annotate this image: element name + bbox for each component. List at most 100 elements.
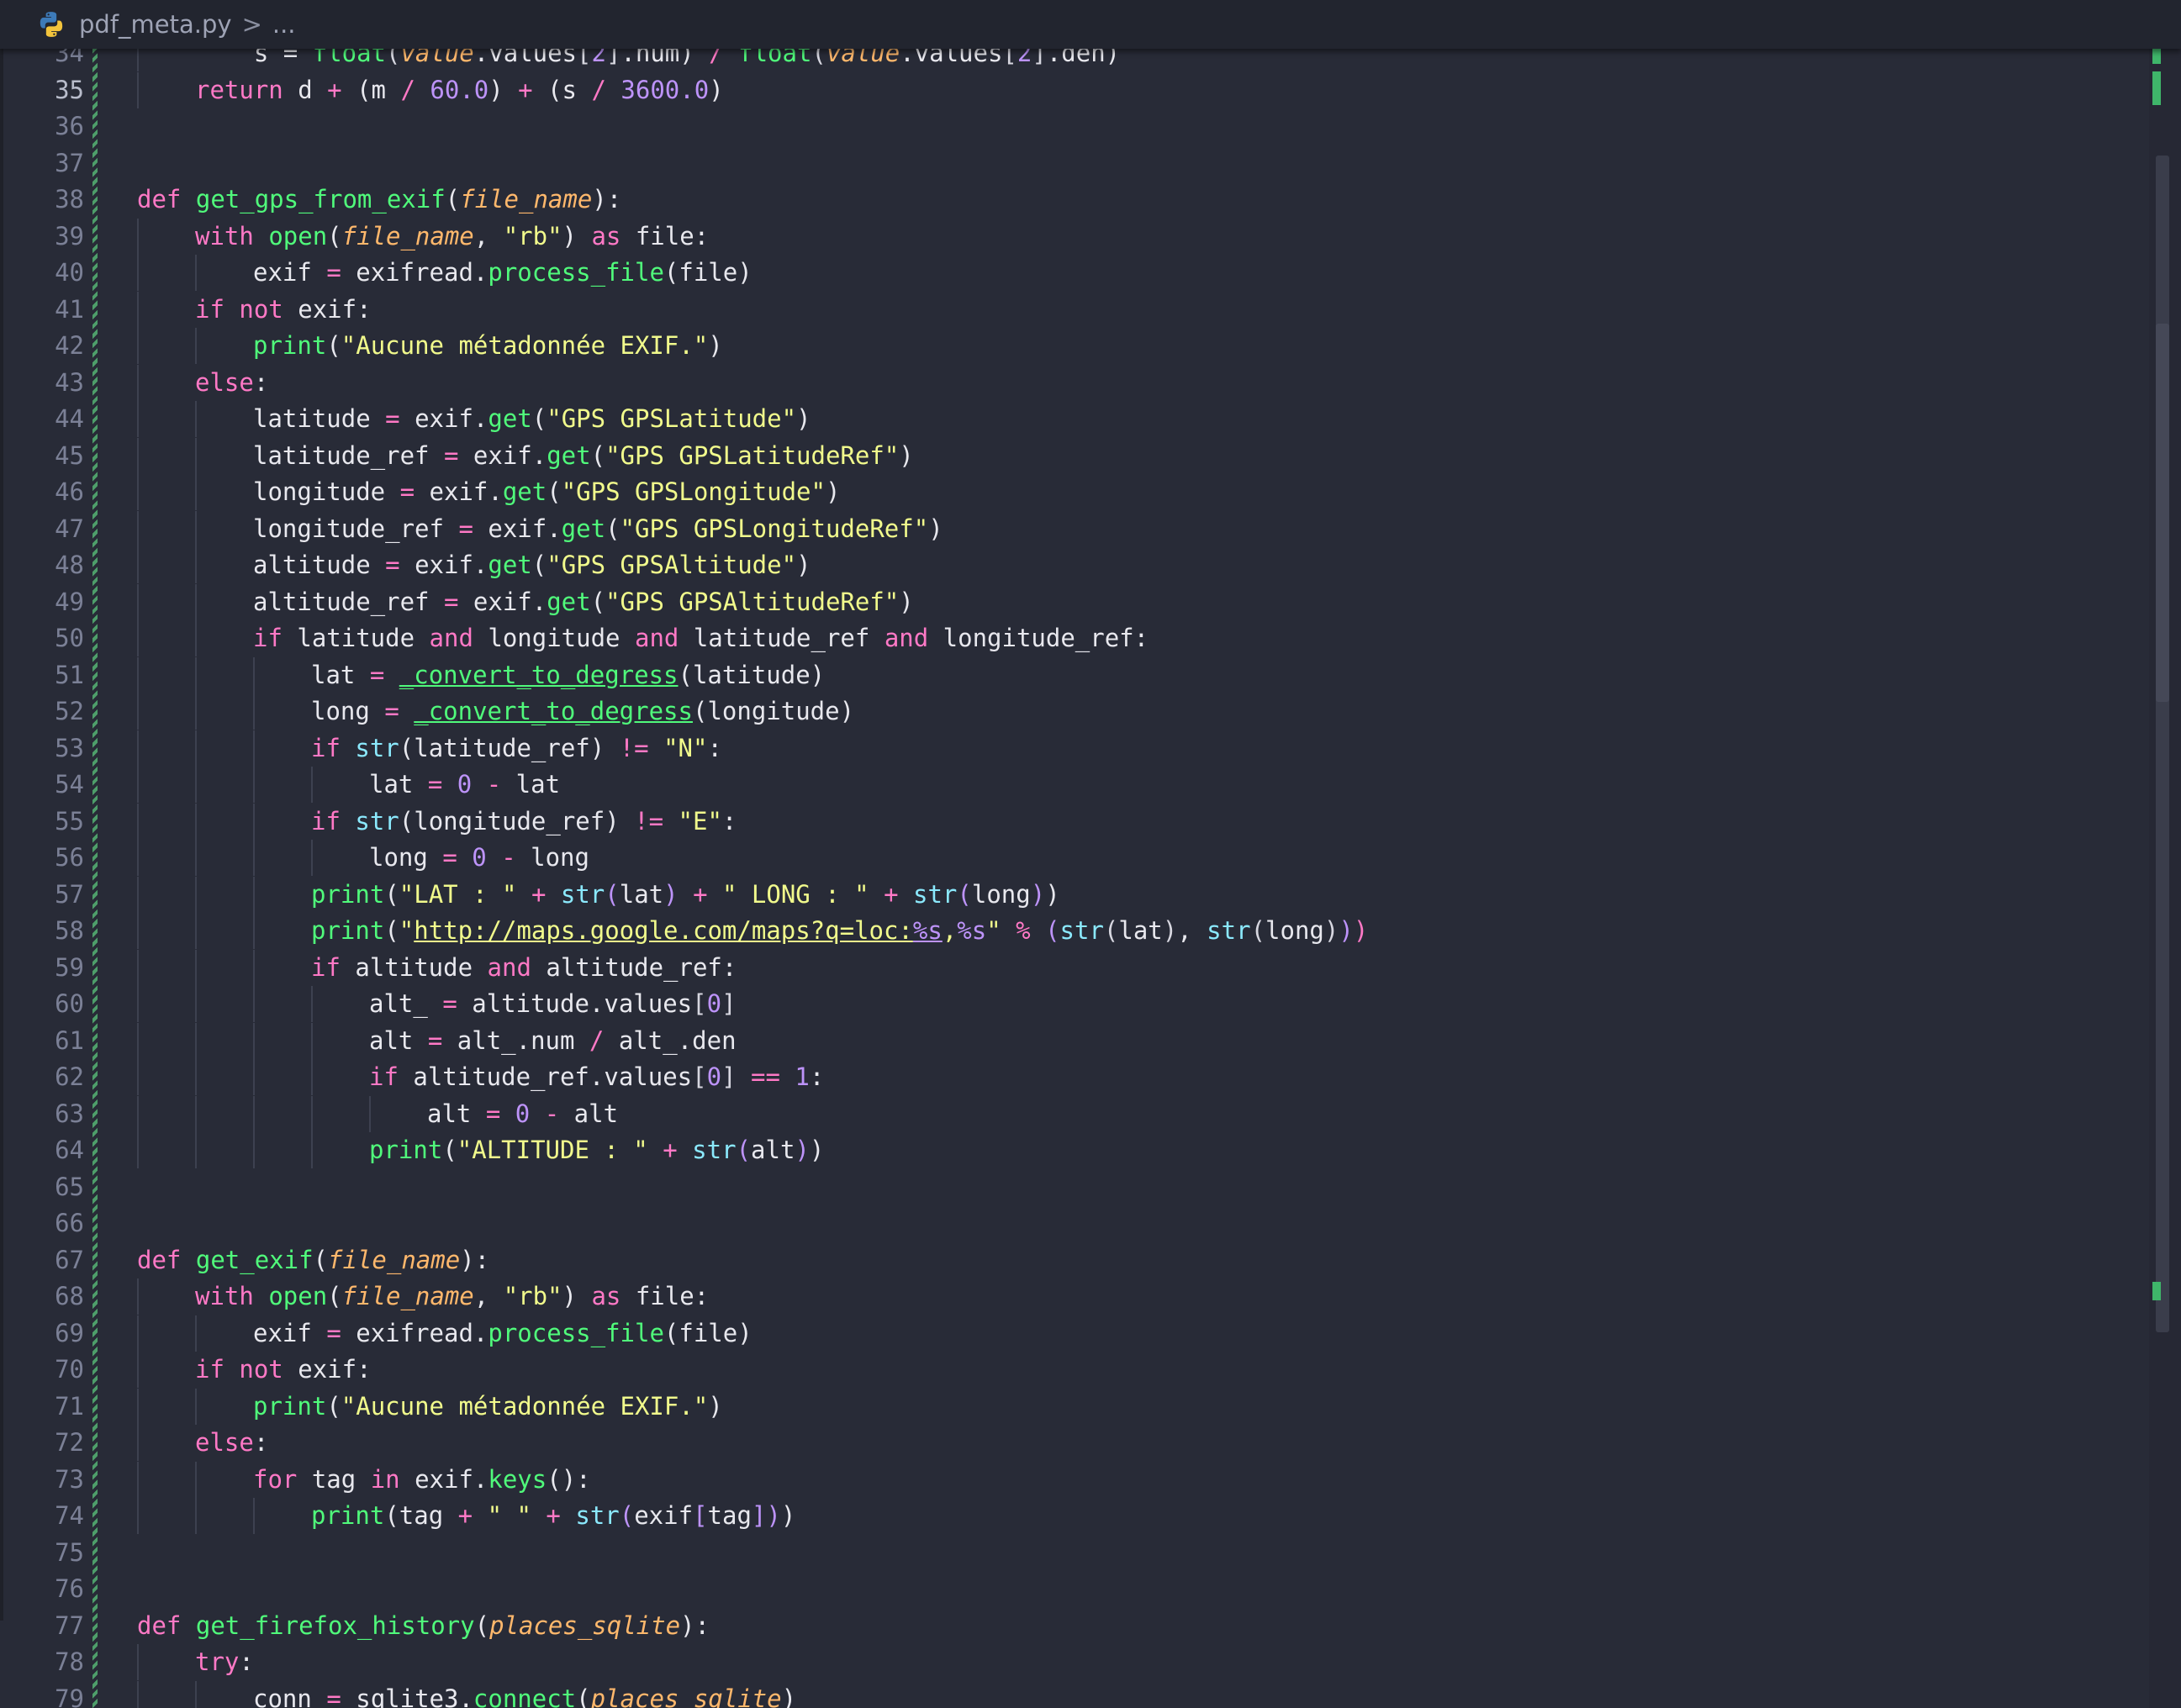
code-token: and: [884, 624, 929, 652]
code-line[interactable]: lat = 0 - lat: [369, 767, 560, 803]
code-token: exif.: [399, 1464, 488, 1494]
code-token: %s: [957, 916, 987, 945]
code-line[interactable]: exif = exifread.process_file(file): [253, 255, 753, 291]
code-token: long: [1265, 916, 1324, 945]
code-token: "GPS GPSLatitudeRef": [605, 440, 900, 470]
code-token: sqlite3.: [341, 1684, 473, 1708]
indent-guide: [195, 840, 197, 876]
code-line[interactable]: if altitude and altitude_ref:: [311, 950, 737, 986]
code-token: ": [399, 916, 415, 945]
code-token: (tag: [384, 1501, 458, 1530]
indent-guide: [253, 693, 255, 730]
code-token: places_sqlite: [489, 1610, 681, 1640]
code-token: long: [971, 879, 1031, 909]
code-token: " ": [487, 1501, 531, 1530]
indent-guide: [137, 474, 139, 510]
code-token: =: [326, 1684, 341, 1708]
code-line[interactable]: print("Aucune métadonnée EXIF."): [253, 1389, 723, 1425]
code-line[interactable]: with open(file_name, "rb") as file:: [195, 219, 709, 255]
code-line[interactable]: if not exif:: [195, 1352, 372, 1388]
code-line[interactable]: latitude = exif.get("GPS GPSLatitude"): [253, 401, 811, 437]
indent-guide: [137, 1425, 139, 1461]
code-line[interactable]: print("http://maps.google.com/maps?q=loc…: [311, 913, 1368, 949]
code-token: and: [634, 624, 679, 652]
code-token: "ALTITUDE : ": [457, 1136, 648, 1164]
code-token: altitude: [253, 551, 386, 579]
code-line[interactable]: exif = exifread.process_file(file): [253, 1315, 753, 1352]
indent-guide: [195, 693, 197, 730]
code-line[interactable]: print("Aucune métadonnée EXIF."): [253, 328, 723, 364]
code-line[interactable]: if str(longitude_ref) != "E":: [311, 804, 737, 840]
code-token: long: [515, 843, 589, 872]
code-line[interactable]: alt = 0 - alt: [427, 1096, 618, 1132]
code-token: get_gps_from_exif: [195, 185, 446, 214]
indent-guide: [311, 1132, 313, 1168]
indent-guide: [195, 1315, 197, 1352]
code-line[interactable]: print("LAT : " + str(lat) + " LONG : " +…: [311, 877, 1060, 913]
code-line[interactable]: lat = _convert_to_degress(latitude): [311, 657, 825, 693]
code-line[interactable]: else:: [195, 1425, 268, 1461]
code-token: d: [283, 75, 328, 104]
code-token: alt_.num: [442, 1025, 589, 1055]
indent-guide: [137, 255, 139, 291]
code-line[interactable]: try:: [195, 1644, 254, 1680]
code-token: and: [429, 624, 473, 652]
code-line[interactable]: print("ALTITUDE : " + str(alt)): [369, 1132, 824, 1168]
code-token: "E": [678, 806, 722, 836]
code-token: ): [488, 75, 519, 104]
code-line[interactable]: if altitude_ref.values[0] == 1:: [369, 1059, 824, 1095]
indent-guide: [137, 1680, 139, 1708]
indent-guide: [195, 510, 197, 547]
code-token: 0: [472, 843, 487, 872]
code-token: =: [385, 551, 400, 579]
code-token: ): [1162, 916, 1178, 945]
code-line[interactable]: print(tag + " " + str(exif[tag])): [311, 1498, 795, 1534]
code-token: str: [1059, 916, 1104, 945]
code-token: get: [488, 404, 532, 433]
code-token: =: [442, 843, 457, 872]
code-line[interactable]: def get_gps_from_exif(file_name):: [137, 182, 621, 218]
indent-guide: [195, 1388, 197, 1425]
breadcrumb-file-name[interactable]: pdf_meta.py: [79, 10, 232, 39]
code-token: (: [736, 1136, 752, 1164]
code-token: =: [427, 1025, 443, 1055]
code-token: connect: [473, 1684, 577, 1708]
code-token: file_name: [341, 221, 474, 250]
code-line[interactable]: conn = sqlite3.connect(places_sqlite): [253, 1681, 796, 1708]
code-line[interactable]: with open(file_name, "rb") as file:: [195, 1278, 709, 1315]
code-line[interactable]: altitude_ref = exif.get("GPS GPSAltitude…: [253, 584, 914, 620]
code-token: _convert_to_degress: [414, 697, 693, 725]
code-line[interactable]: latitude_ref = exif.get("GPS GPSLatitude…: [253, 438, 914, 474]
code-line[interactable]: def get_exif(file_name):: [137, 1242, 489, 1278]
code-token: latitude_ref: [253, 440, 444, 470]
code-token: lat: [311, 660, 370, 689]
code-line[interactable]: return d + (m / 60.0) + (s / 3600.0): [195, 72, 724, 108]
code-line[interactable]: else:: [195, 365, 268, 401]
code-line[interactable]: longitude_ref = exif.get("GPS GPSLongitu…: [253, 511, 943, 547]
code-area[interactable]: s = float(value.values[2].num) / float(v…: [0, 0, 2136, 1708]
code-line[interactable]: longitude = exif.get("GPS GPSLongitude"): [253, 474, 840, 510]
code-line[interactable]: long = _convert_to_degress(longitude): [311, 693, 854, 730]
code-line[interactable]: if not exif:: [195, 292, 372, 328]
code-line[interactable]: if latitude and longitude and latitude_r…: [253, 620, 1149, 656]
code-line[interactable]: alt_ = altitude.values[0]: [369, 986, 737, 1022]
breadcrumb-symbol[interactable]: ...: [272, 10, 296, 39]
code-token: file_name: [460, 185, 593, 214]
indent-guide: [311, 1095, 313, 1132]
indent-guide: [137, 547, 139, 583]
code-line[interactable]: for tag in exif.keys():: [253, 1462, 591, 1498]
code-line[interactable]: def get_firefox_history(places_sqlite):: [137, 1608, 710, 1644]
code-line[interactable]: long = 0 - long: [369, 840, 589, 876]
code-token: lat: [369, 770, 428, 799]
code-token: if: [195, 1355, 224, 1384]
code-token: (file): [663, 1318, 753, 1347]
code-editor[interactable]: 34 35 36 37 38 39 40 41 42 43 44 45 46 47 48 49 50 51 52 53…: [0, 0, 2181, 1708]
code-line[interactable]: alt = alt_.num / alt_.den: [369, 1023, 737, 1059]
code-line[interactable]: if str(latitude_ref) != "N":: [311, 730, 722, 767]
code-line[interactable]: altitude = exif.get("GPS GPSAltitude"): [253, 547, 811, 583]
